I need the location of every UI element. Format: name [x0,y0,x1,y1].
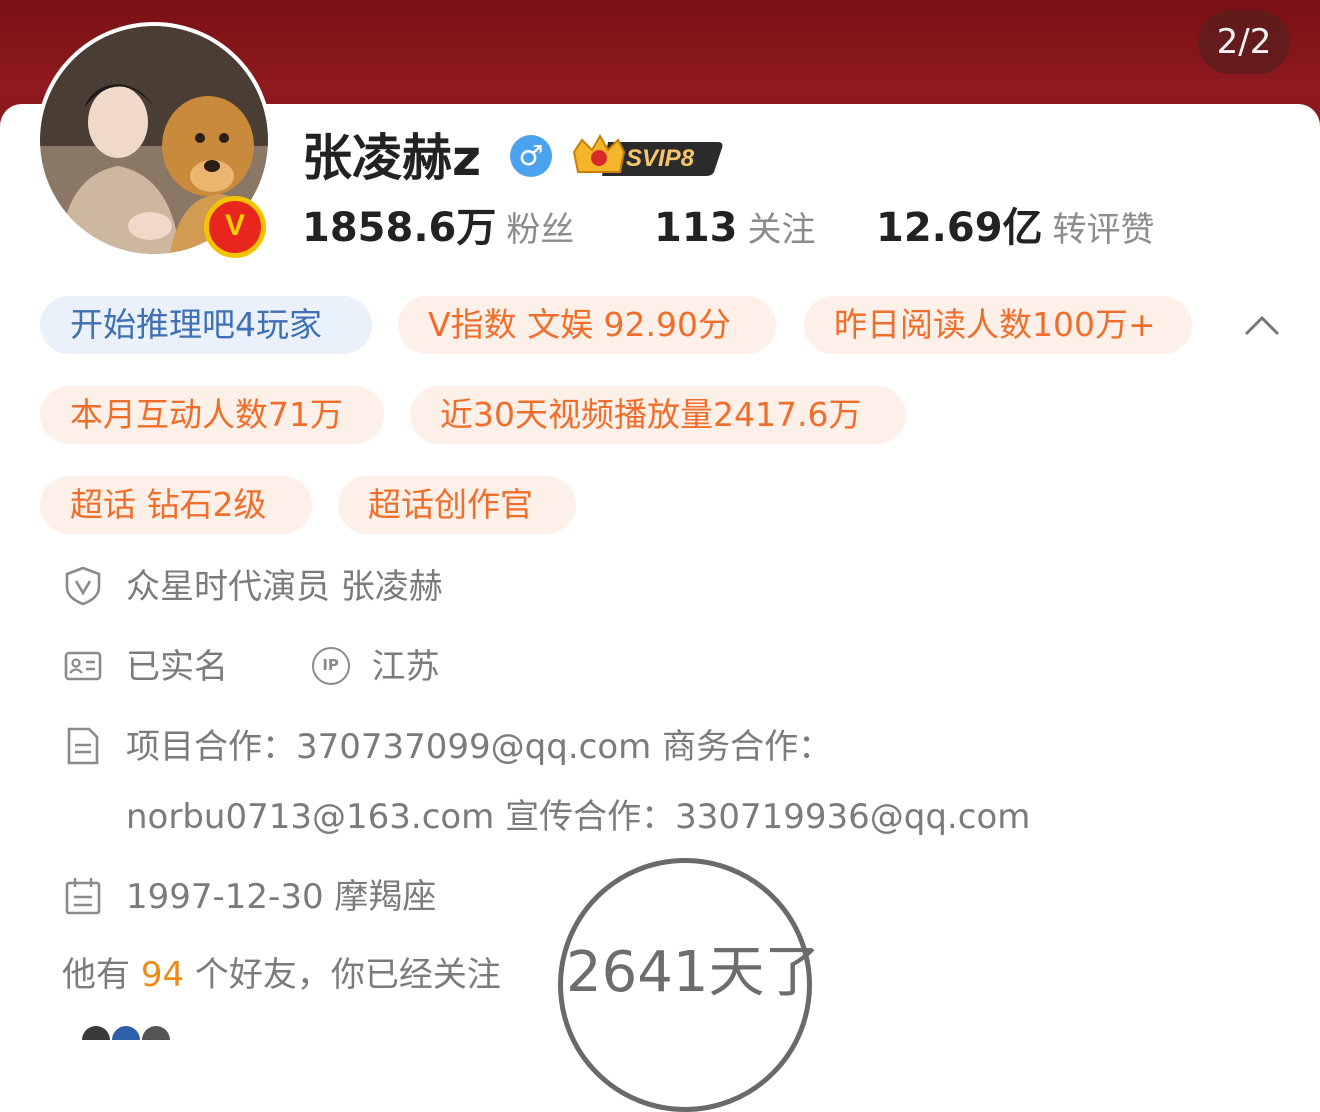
info-birthday: 1997-12-30 摩羯座 [62,872,436,922]
stat-following-count: 113 [654,205,738,251]
verification-text: 众星时代演员 张凌赫 [126,567,443,607]
shield-v-icon [65,566,101,605]
stat-fans-count: 1858.6万 [302,205,497,251]
ip-icon: IP [311,646,350,685]
male-gender-icon: ♂ [510,135,552,177]
info-realname-ip: 已实名 IP 江苏 [62,642,440,692]
realname-text: 已实名 [126,647,228,687]
calendar-icon [65,877,101,914]
stats-row: 1858.6万 粉丝 113 关注 12.69亿 转评赞 [0,200,1320,260]
tag-monthly-interactions[interactable]: 本月互动人数71万 [40,386,384,444]
friends-middle: 个好友，你已经关注 [194,955,501,995]
document-icon [67,727,99,764]
info-verification: 众星时代演员 张凌赫 [62,562,443,612]
tag-video-plays[interactable]: 近30天视频播放量2417.6万 [410,386,906,444]
friend-avatars[interactable] [74,1024,204,1040]
info-contact: 项目合作：370737099@qq.com 商务合作： [62,722,832,772]
svip-badge[interactable]: SVIP8 [568,132,726,180]
id-card-icon [64,651,102,680]
stat-following-label: 关注 [747,210,816,250]
tag-daily-readers[interactable]: 昨日阅读人数100万+ [804,296,1192,354]
highlight-circle [558,858,812,1112]
tag-supertopic-creator[interactable]: 超话创作官 [338,476,576,534]
stat-interactions[interactable]: 12.69亿 转评赞 [876,200,1155,264]
profile-name: 张凌赫z [302,129,482,187]
page-indicator: 2/2 [1198,10,1290,74]
friends-prefix: 他有 [62,955,130,995]
contact-line-2: norbu0713@163.com 宣传合作：330719936@qq.com [126,797,1031,837]
tag-v-index[interactable]: V指数 文娱 92.90分 [398,296,776,354]
chevron-up-icon[interactable] [1242,306,1282,346]
stat-interactions-label: 转评赞 [1052,210,1155,250]
stat-fans[interactable]: 1858.6万 粉丝 [302,200,574,264]
ip-location-text: 江苏 [371,647,440,687]
tag-supertopic-level[interactable]: 超话 钻石2级 [40,476,312,534]
svip-label: SVIP8 [626,145,695,172]
stat-fans-label: 粉丝 [506,210,575,250]
stat-interactions-count: 12.69亿 [876,205,1043,251]
friends-count: 94 [140,955,185,995]
birthday-text: 1997-12-30 摩羯座 [126,877,437,917]
friends-info[interactable]: 他有 94 个好友，你已经关注 [62,950,501,1000]
stat-following[interactable]: 113 关注 [654,200,816,264]
tag-game-player[interactable]: 开始推理吧4玩家 [40,296,372,354]
contact-line-1: 项目合作：370737099@qq.com 商务合作： [126,727,833,767]
